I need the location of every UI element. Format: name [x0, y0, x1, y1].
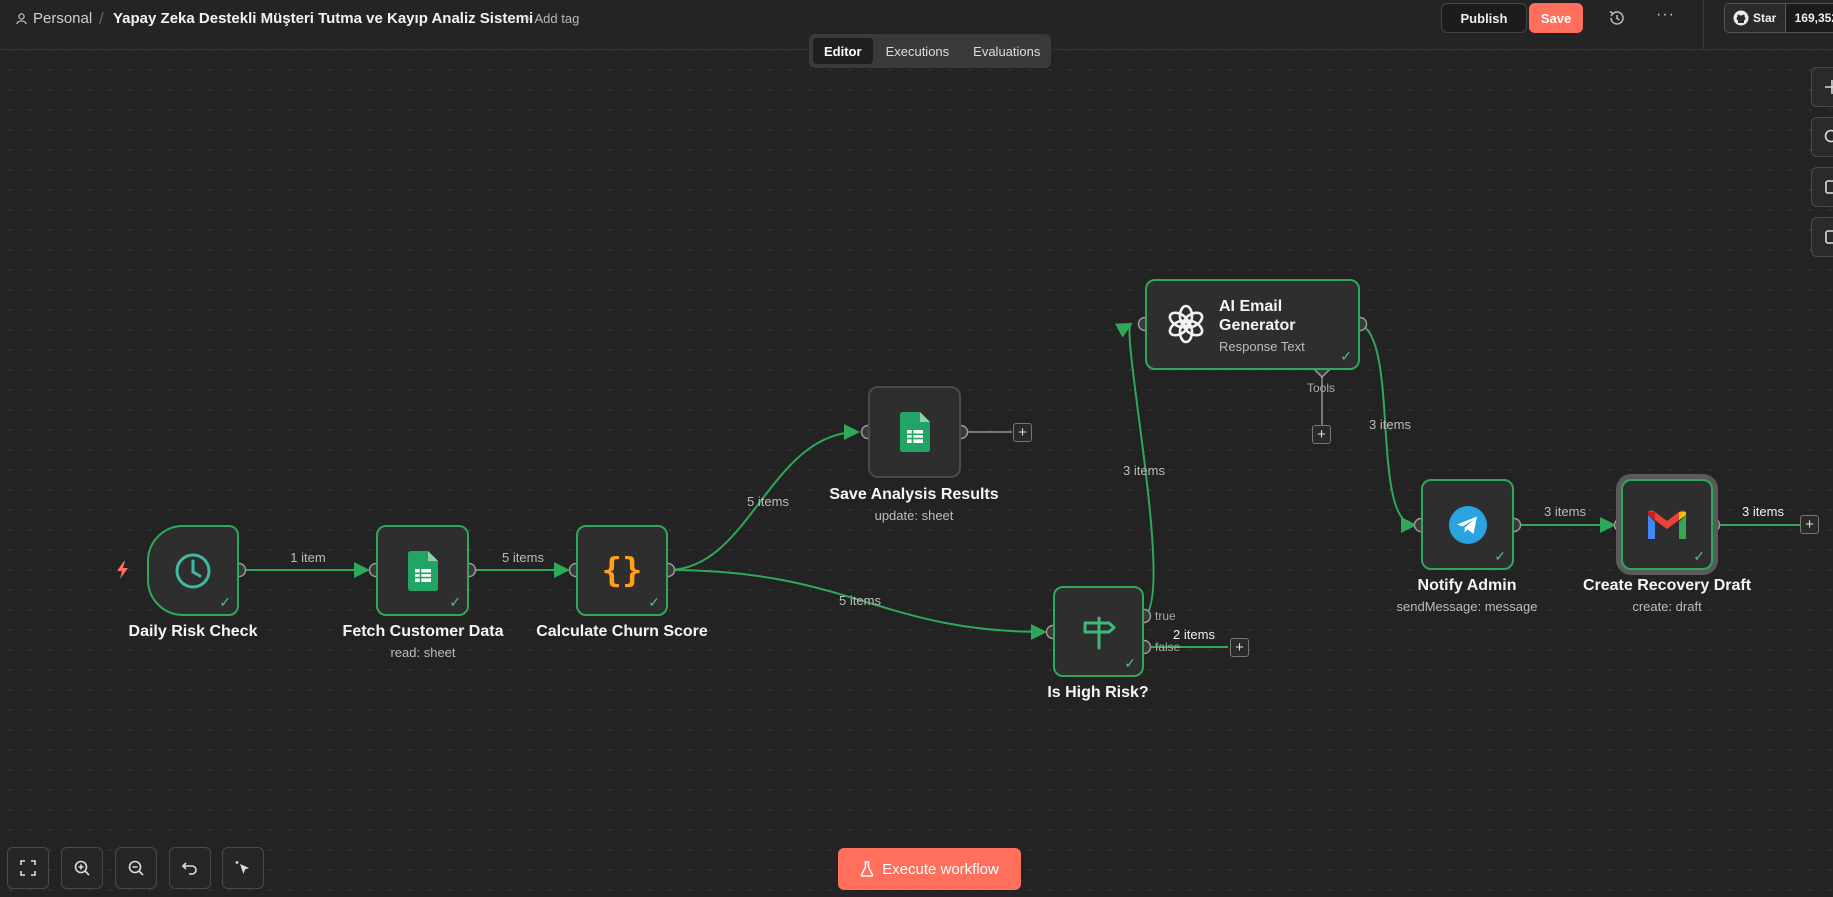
node-label: Notify Admin	[1417, 577, 1517, 594]
node-label: Daily Risk Check	[128, 623, 258, 640]
node-label: Is High Risk?	[1047, 684, 1149, 701]
node-ai-email-generator[interactable]: AI Email Generator Response Text ✓	[1145, 279, 1360, 370]
execute-workflow-button[interactable]: Execute workflow	[838, 848, 1021, 890]
panel-toggle-button[interactable]	[1811, 217, 1833, 257]
clock-icon	[175, 553, 211, 588]
success-check-icon: ✓	[1340, 348, 1352, 364]
save-button[interactable]: Save	[1529, 3, 1583, 33]
topbar-divider	[1703, 0, 1704, 50]
github-star-count: 169,352	[1785, 4, 1833, 32]
signpost-icon	[1083, 616, 1115, 649]
flask-icon	[860, 861, 874, 877]
search-nodes-button[interactable]	[1811, 117, 1833, 157]
add-tag-button[interactable]: + Add tag	[524, 11, 579, 26]
edge-item-count: 5 items	[747, 494, 789, 509]
telegram-icon	[1448, 505, 1487, 544]
execute-workflow-label: Execute workflow	[882, 860, 999, 878]
node-notify-admin[interactable]: ✓	[1421, 479, 1514, 570]
code-braces-icon: {}	[602, 551, 643, 591]
success-check-icon: ✓	[449, 594, 461, 610]
fit-view-icon	[20, 860, 36, 876]
tools-connector-label: Tools	[1307, 381, 1336, 395]
node-fetch-customer-data[interactable]: ✓	[376, 525, 469, 616]
gmail-icon	[1648, 510, 1686, 539]
edge-item-count: 1 item	[290, 550, 326, 565]
undo-icon	[181, 862, 197, 875]
google-sheets-icon	[407, 550, 438, 591]
search-icon	[1824, 129, 1833, 143]
publish-button[interactable]: Publish	[1441, 3, 1527, 33]
node-create-recovery-draft[interactable]: ✓	[1621, 479, 1713, 570]
cursor-sparkle-icon	[235, 861, 249, 874]
openai-icon	[1168, 304, 1204, 344]
node-subtitle: update: sheet	[874, 508, 954, 523]
edge-item-count: 3 items	[1369, 417, 1411, 432]
history-icon[interactable]	[1607, 8, 1627, 28]
sticky-note-icon	[1825, 180, 1833, 194]
workspace-name: Personal	[33, 10, 93, 27]
undo-button[interactable]	[169, 847, 211, 889]
tab-executions[interactable]: Executions	[875, 38, 961, 64]
node-is-high-risk[interactable]: ✓	[1053, 586, 1144, 677]
node-subtitle: sendMessage: message	[1396, 599, 1538, 614]
node-label: Save Analysis Results	[829, 486, 999, 503]
add-tool-button[interactable]: +	[1312, 425, 1331, 444]
tab-evaluations[interactable]: Evaluations	[962, 38, 1051, 64]
plus-icon	[1825, 80, 1833, 94]
add-next-node-button[interactable]: +	[1013, 423, 1032, 442]
success-check-icon: ✓	[1124, 655, 1136, 671]
panel-icon	[1825, 230, 1833, 244]
edge-item-count: 5 items	[839, 593, 881, 608]
node-subtitle: Response Text	[1219, 339, 1305, 354]
svg-text:{}: {}	[602, 551, 643, 591]
zoom-out-button[interactable]	[115, 847, 157, 889]
tab-editor[interactable]: Editor	[813, 38, 873, 64]
workflow-title[interactable]: Yapay Zeka Destekli Müşteri Tutma ve Kay…	[113, 10, 533, 27]
zoom-in-icon	[74, 860, 90, 876]
add-next-node-button[interactable]: +	[1800, 515, 1819, 534]
node-label: Fetch Customer Data	[342, 623, 504, 640]
output-false-label: false	[1155, 640, 1181, 654]
edge-item-count: 2 items	[1173, 627, 1215, 642]
view-tabs: Editor Executions Evaluations	[809, 34, 1051, 68]
edge-item-count: 3 items	[1544, 504, 1586, 519]
user-icon	[16, 12, 27, 24]
google-sheets-icon	[899, 412, 930, 452]
edge-item-count: 3 items	[1123, 463, 1165, 478]
github-star-label: Star	[1753, 11, 1777, 25]
output-true-label: true	[1155, 609, 1176, 623]
node-subtitle: create: draft	[1632, 599, 1702, 614]
zoom-in-button[interactable]	[61, 847, 103, 889]
node-label: AI Email Generator	[1219, 298, 1296, 334]
node-label: Calculate Churn Score	[536, 623, 708, 640]
github-star-button[interactable]: Star 169,352	[1724, 3, 1833, 33]
node-label: Create Recovery Draft	[1582, 577, 1752, 594]
clean-up-button[interactable]	[222, 847, 264, 889]
success-check-icon: ✓	[1693, 548, 1705, 564]
success-check-icon: ✓	[1494, 548, 1506, 564]
fit-view-button[interactable]	[7, 847, 49, 889]
node-subtitle: read: sheet	[390, 645, 456, 660]
success-check-icon: ✓	[219, 594, 231, 610]
breadcrumb-separator: /	[99, 9, 104, 28]
breadcrumb-workspace[interactable]: Personal	[16, 10, 92, 27]
add-next-node-button[interactable]: +	[1230, 638, 1249, 657]
trigger-bolt-icon	[117, 561, 128, 579]
github-star[interactable]: Star	[1725, 4, 1786, 32]
github-icon	[1733, 10, 1749, 26]
node-save-analysis-results[interactable]	[868, 386, 961, 478]
success-check-icon: ✓	[648, 594, 660, 610]
more-options-icon[interactable]: ···	[1656, 6, 1675, 24]
zoom-out-icon	[128, 860, 144, 876]
sticky-note-button[interactable]	[1811, 167, 1833, 207]
node-calculate-churn-score[interactable]: {} ✓	[576, 525, 668, 616]
add-node-button[interactable]	[1811, 67, 1833, 107]
edge-item-count: 3 items	[1742, 504, 1784, 519]
node-daily-risk-check[interactable]: ✓	[147, 525, 239, 616]
edge-item-count: 5 items	[502, 550, 544, 565]
